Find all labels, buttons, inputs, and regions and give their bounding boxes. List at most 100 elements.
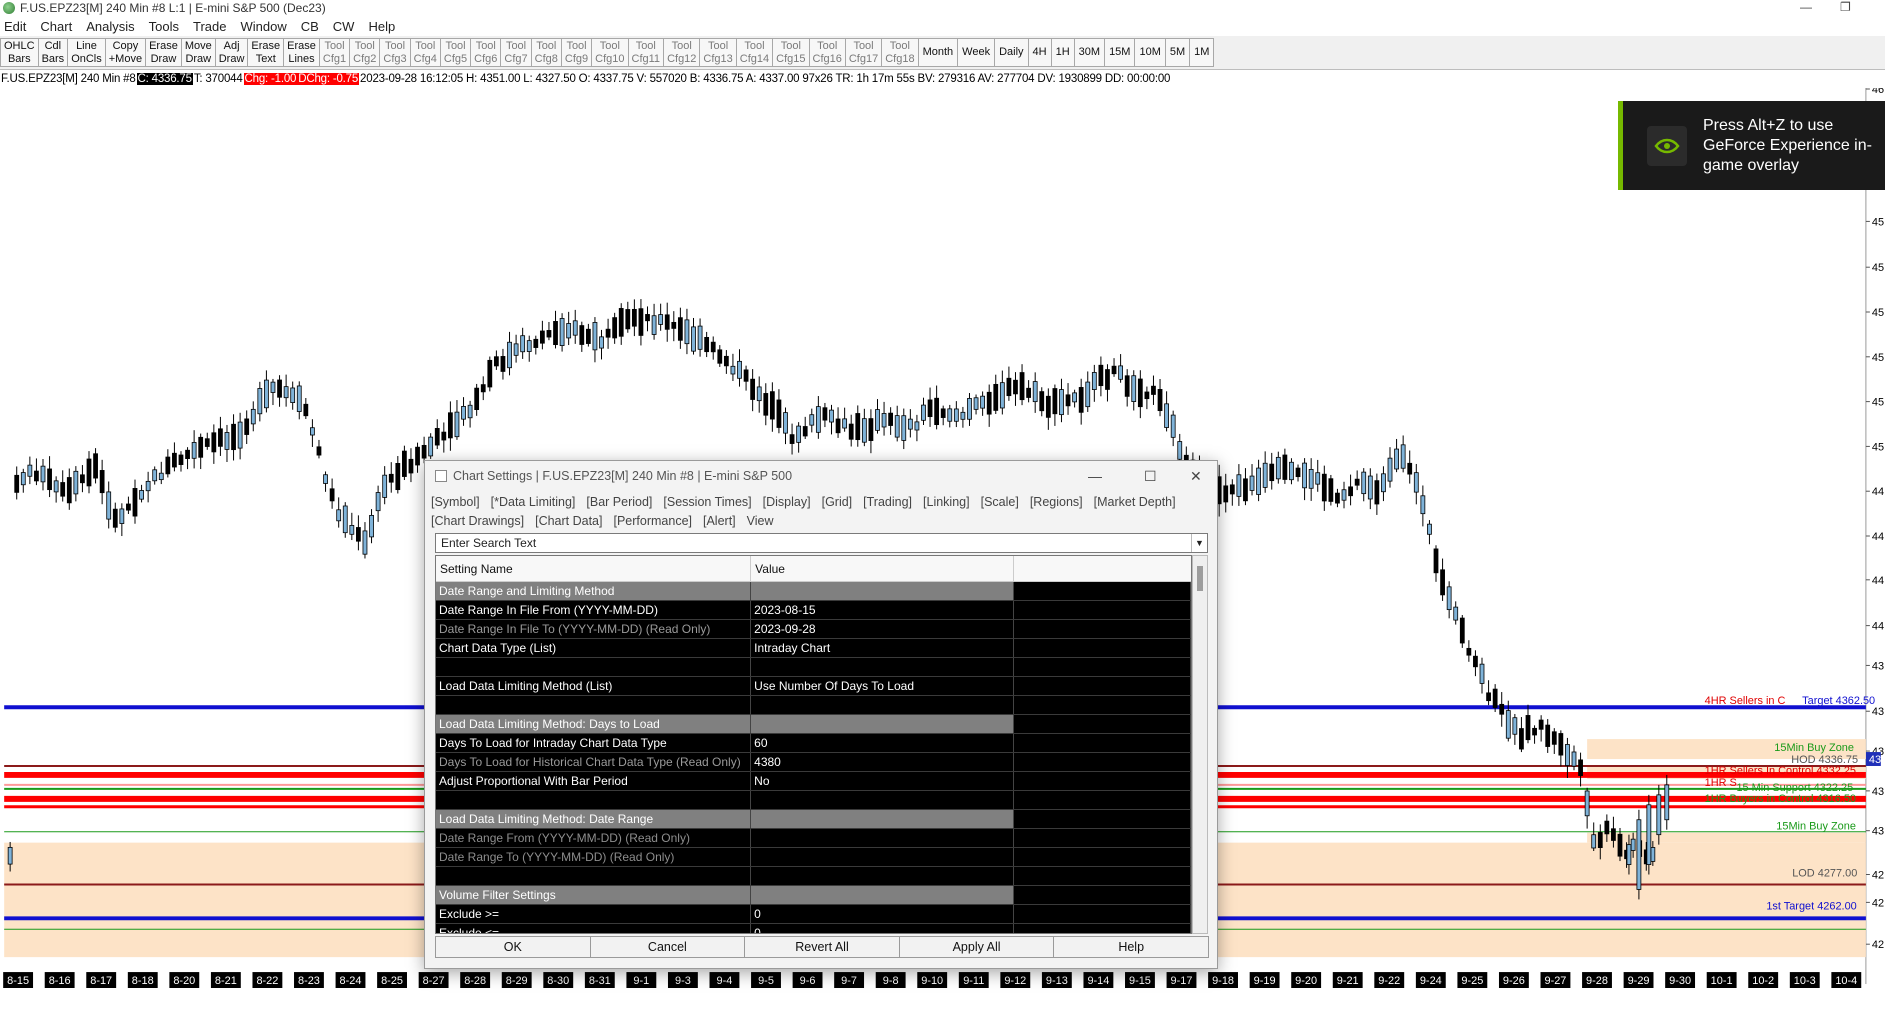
toolbar-button-erase-draw[interactable]: Erase Draw [145, 38, 182, 67]
grid-row[interactable]: Days To Load for Intraday Chart Data Typ… [436, 734, 1191, 753]
grid-row[interactable]: Date Range To (YYYY-MM-DD) (Read Only) [436, 848, 1191, 867]
setting-value-cell[interactable]: 60 [751, 734, 1015, 752]
menu-window[interactable]: Window [233, 19, 293, 34]
tab-bar-period[interactable]: [Bar Period] [586, 493, 652, 512]
toolbar-button-cdl-bars[interactable]: Cdl Bars [37, 38, 69, 67]
toolbar-button-copy-move[interactable]: Copy +Move [104, 38, 147, 67]
toolbar-button-tool-cfg2[interactable]: Tool Cfg2 [349, 38, 381, 67]
tab-alert[interactable]: [Alert] [703, 512, 736, 531]
menu-trade[interactable]: Trade [186, 19, 233, 34]
period-button-5m[interactable]: 5M [1164, 38, 1191, 67]
grid-row[interactable]: Date Range In File From (YYYY-MM-DD) 2023… [436, 601, 1191, 620]
menu-tools[interactable]: Tools [142, 19, 186, 34]
period-button-15m[interactable]: 15M [1104, 38, 1136, 67]
setting-value-cell[interactable]: 0 [751, 905, 1015, 923]
toolbar-button-move-draw[interactable]: Move Draw [180, 38, 216, 67]
grid-row[interactable]: Date Range From (YYYY-MM-DD) (Read Only) [436, 829, 1191, 848]
grid-section-row[interactable]: Volume Filter Settings [436, 886, 1191, 905]
period-button-30m[interactable]: 30M [1073, 38, 1106, 67]
toolbar-button-tool-cfg13[interactable]: Tool Cfg13 [699, 38, 737, 67]
toolbar-button-tool-cfg10[interactable]: Tool Cfg10 [591, 38, 629, 67]
period-button-4h[interactable]: 4H [1027, 38, 1052, 67]
grid-row[interactable]: Date Range In File To (YYYY-MM-DD) (Read… [436, 620, 1191, 639]
toolbar-button-tool-cfg3[interactable]: Tool Cfg3 [379, 38, 411, 67]
toolbar-button-tool-cfg17[interactable]: Tool Cfg17 [844, 38, 883, 67]
setting-value-cell[interactable]: 2023-08-15 [751, 601, 1015, 619]
toolbar-button-tool-cfg14[interactable]: Tool Cfg14 [735, 38, 774, 67]
toolbar-button-tool-cfg15[interactable]: Tool Cfg15 [772, 38, 810, 67]
tab-regions[interactable]: [Regions] [1030, 493, 1083, 512]
toolbar-button-tool-cfg4[interactable]: Tool Cfg4 [409, 38, 441, 67]
toolbar-button-tool-cfg8[interactable]: Tool Cfg8 [530, 38, 562, 67]
period-button-month[interactable]: Month [917, 38, 959, 67]
column-header-setting-name[interactable]: Setting Name [436, 556, 752, 581]
toolbar-button-tool-cfg9[interactable]: Tool Cfg9 [560, 38, 593, 67]
setting-value-cell[interactable]: No [751, 772, 1015, 790]
tab-chart-data[interactable]: [Chart Data] [535, 512, 602, 531]
tab-market-depth[interactable]: [Market Depth] [1094, 493, 1176, 512]
period-button-10m[interactable]: 10M [1134, 38, 1166, 67]
toolbar-button-tool-cfg16[interactable]: Tool Cfg16 [808, 38, 846, 67]
tab-linking[interactable]: [Linking] [923, 493, 970, 512]
setting-value-cell[interactable]: Use Number Of Days To Load [751, 677, 1015, 695]
search-input[interactable]: Enter Search Text ▼ [435, 533, 1208, 553]
grid-row[interactable]: Load Data Limiting Method (List) Use Numb… [436, 677, 1191, 696]
grid-row[interactable]: Exclude <= 0 [436, 924, 1191, 933]
grid-row[interactable]: Days To Load for Historical Chart Data T… [436, 753, 1191, 772]
revert-all-button[interactable]: Revert All [744, 936, 900, 958]
tab-grid[interactable]: [Grid] [822, 493, 853, 512]
toolbar-button-adj-draw[interactable]: Adj Draw [214, 38, 249, 67]
toolbar-button-tool-cfg6[interactable]: Tool Cfg6 [470, 38, 502, 67]
grid-scrollbar[interactable] [1192, 555, 1208, 934]
minimize-button[interactable]: — [1800, 0, 1812, 14]
tab-scale[interactable]: [Scale] [981, 493, 1019, 512]
grid-section-row[interactable]: Load Data Limiting Method: Days to Load [436, 715, 1191, 734]
ok-button[interactable]: OK [435, 936, 591, 958]
restore-button[interactable]: ❐ [1840, 0, 1851, 14]
tab-session-times[interactable]: [Session Times] [663, 493, 751, 512]
toolbar-button-tool-cfg5[interactable]: Tool Cfg5 [439, 38, 472, 67]
cancel-button[interactable]: Cancel [589, 936, 746, 958]
tab-symbol[interactable]: [Symbol] [431, 493, 480, 512]
menu-cb[interactable]: CB [294, 19, 326, 34]
dialog-close-icon[interactable]: ✕ [1190, 468, 1202, 485]
period-button-week[interactable]: Week [957, 38, 996, 67]
toolbar-button-ohlc-bars[interactable]: OHLC Bars [0, 38, 39, 67]
setting-value-cell[interactable]: Intraday Chart [751, 639, 1015, 657]
dialog-maximize-icon[interactable]: ☐ [1144, 468, 1157, 485]
setting-value-cell[interactable]: 0 [751, 924, 1015, 933]
period-button-1h[interactable]: 1H [1050, 38, 1075, 67]
menu-cw[interactable]: CW [326, 19, 362, 34]
toolbar-button-tool-cfg11[interactable]: Tool Cfg11 [627, 38, 665, 67]
tab-view[interactable]: View [747, 512, 774, 531]
toolbar-button-tool-cfg18[interactable]: Tool Cfg18 [881, 38, 919, 67]
toolbar-button-line-oncls[interactable]: Line OnCls [67, 38, 106, 67]
grid-section-row[interactable]: Load Data Limiting Method: Date Range [436, 810, 1191, 829]
period-button-daily[interactable]: Daily [994, 38, 1029, 67]
menu-help[interactable]: Help [361, 19, 402, 34]
help-button[interactable]: Help [1053, 936, 1209, 958]
tab-chart-drawings[interactable]: [Chart Drawings] [431, 512, 524, 531]
tab-trading[interactable]: [Trading] [863, 493, 912, 512]
scrollbar-thumb[interactable] [1197, 566, 1203, 591]
menu-analysis[interactable]: Analysis [79, 19, 141, 34]
toolbar-button-erase-text[interactable]: Erase Text [247, 38, 285, 67]
search-dropdown-icon[interactable]: ▼ [1191, 534, 1207, 552]
grid-row[interactable]: Exclude >= 0 [436, 905, 1191, 924]
toolbar-button-tool-cfg1[interactable]: Tool Cfg1 [318, 38, 351, 67]
toolbar-button-erase-lines[interactable]: Erase Lines [283, 38, 320, 67]
grid-section-row[interactable]: Date Range and Limiting Method [436, 582, 1191, 601]
geforce-overlay-toast[interactable]: Press Alt+Z to use GeForce Experience in… [1618, 101, 1885, 190]
apply-all-button[interactable]: Apply All [898, 936, 1055, 958]
tab-data-limiting[interactable]: [*Data Limiting] [491, 493, 576, 512]
menu-edit[interactable]: Edit [0, 19, 33, 34]
toolbar-button-tool-cfg7[interactable]: Tool Cfg7 [500, 38, 532, 67]
toolbar-button-tool-cfg12[interactable]: Tool Cfg12 [663, 38, 701, 67]
tab-performance[interactable]: [Performance] [613, 512, 692, 531]
period-button-1m[interactable]: 1M [1189, 38, 1215, 67]
tab-display[interactable]: [Display] [763, 493, 811, 512]
grid-row[interactable]: Adjust Proportional With Bar Period No [436, 772, 1191, 791]
column-header-value[interactable]: Value [751, 556, 1015, 581]
dialog-minimize-icon[interactable]: — [1088, 468, 1102, 484]
menu-chart[interactable]: Chart [33, 19, 79, 34]
